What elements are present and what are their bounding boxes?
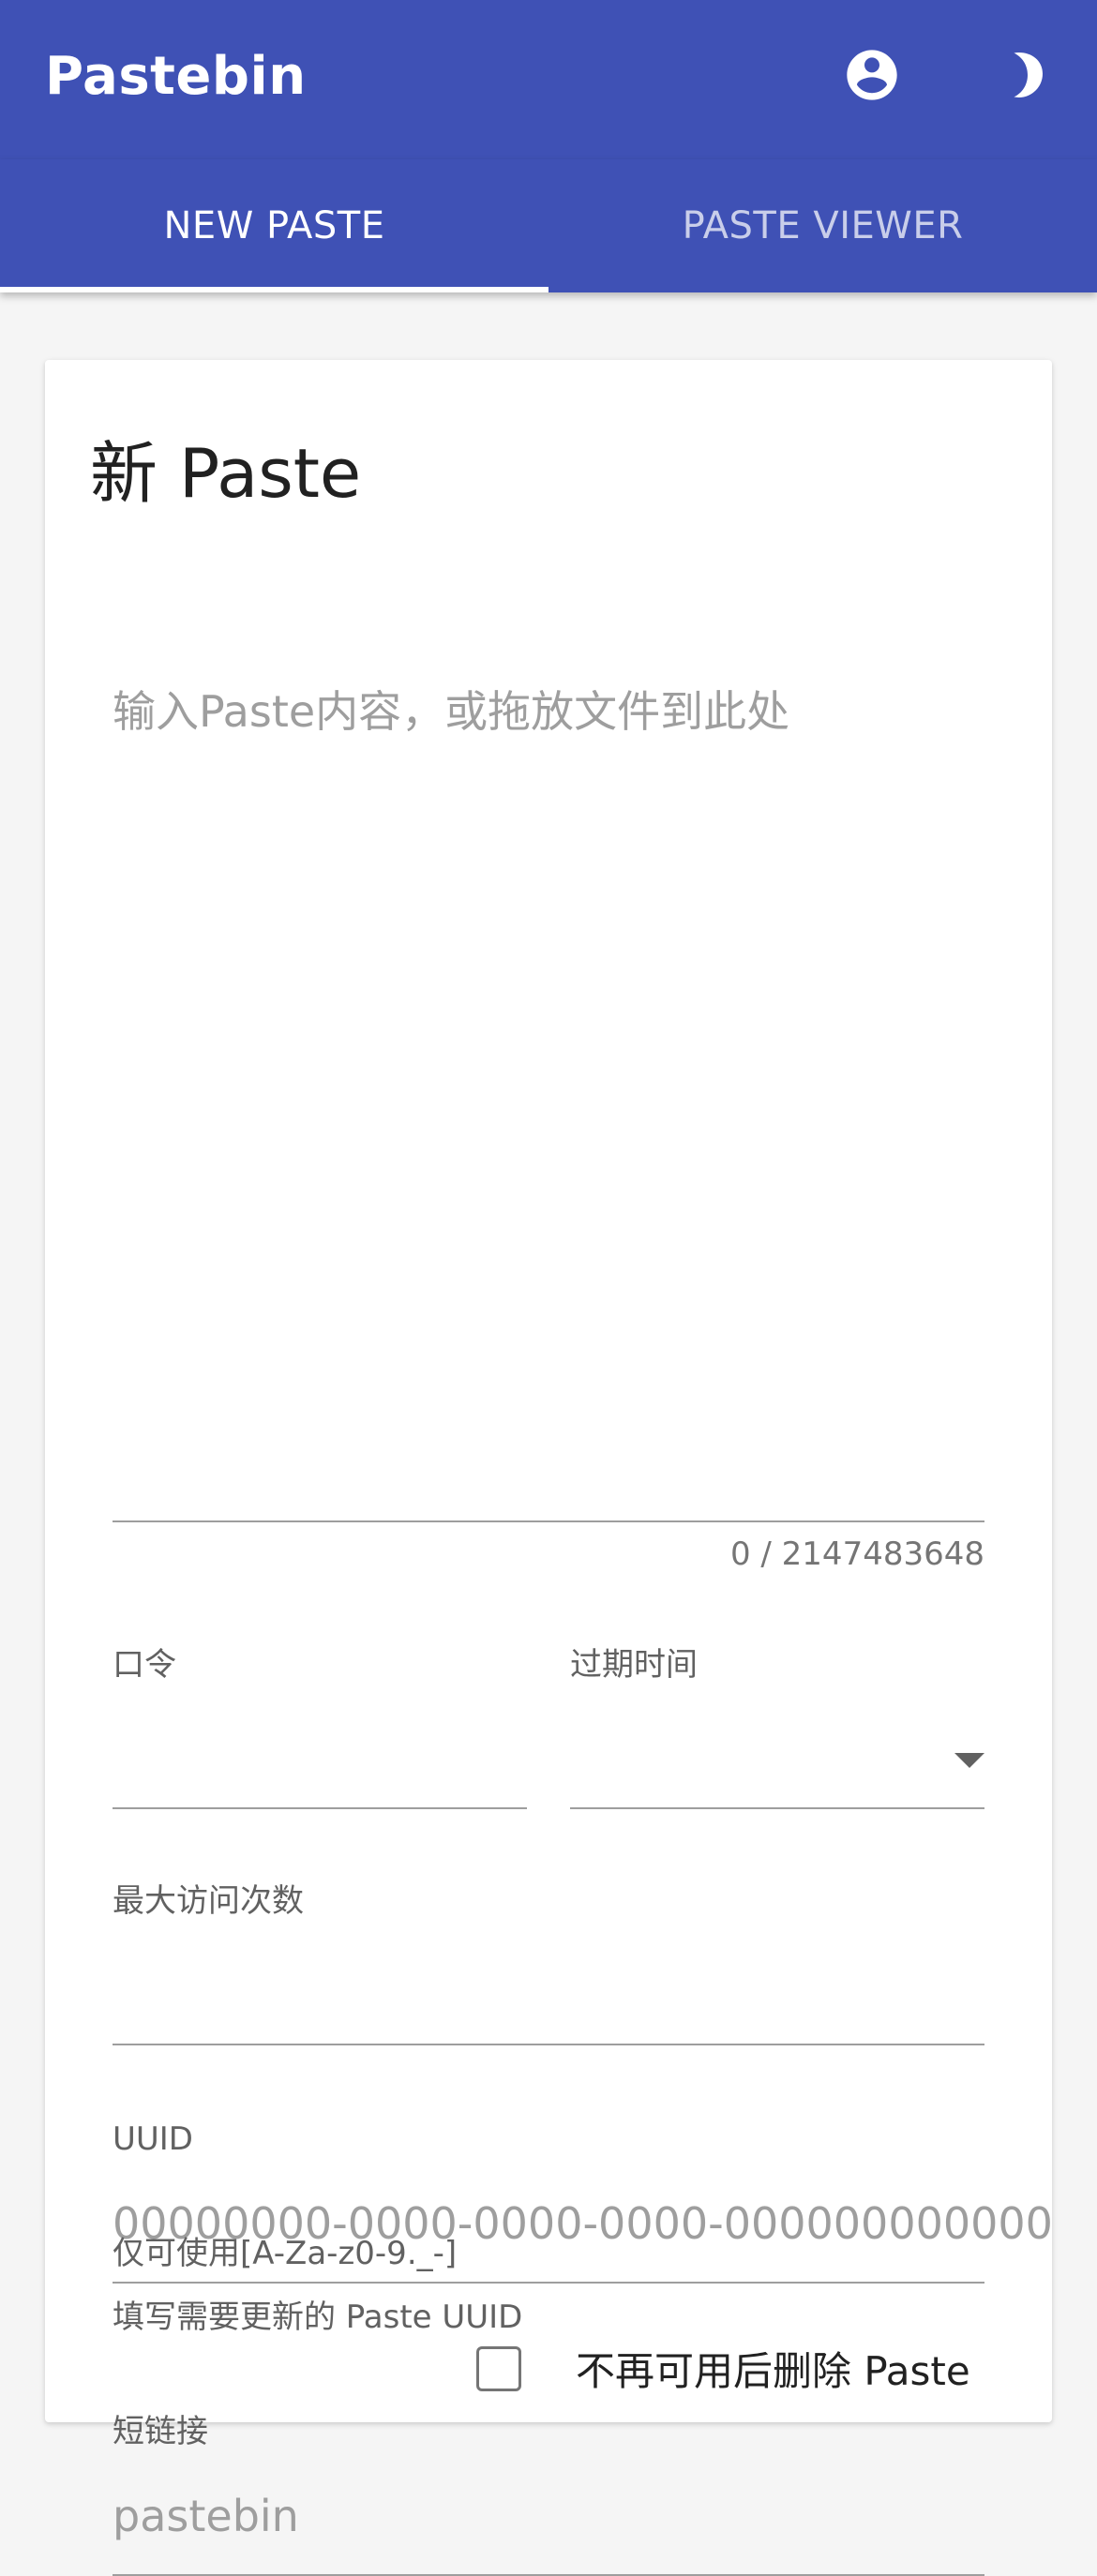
theme-toggle-button[interactable]	[983, 37, 1058, 112]
delete-option-row[interactable]: 不再可用后删除 Paste	[476, 2340, 970, 2397]
delete-after-expire-checkbox[interactable]	[476, 2345, 521, 2391]
short-link-hint: 仅可使用[A-Za-z0-9._-]	[113, 2235, 458, 2272]
delete-after-expire-label: 不再可用后删除 Paste	[576, 2348, 970, 2394]
app-bar: Pastebin	[0, 0, 1097, 159]
expiration-select[interactable]: 过期时间	[570, 1644, 984, 1809]
character-counter: 0 / 2147483648	[729, 1535, 984, 1573]
password-underline	[113, 1807, 527, 1809]
uuid-underline	[113, 2282, 984, 2284]
uuid-hint: 填写需要更新的 Paste UUID	[113, 2299, 523, 2336]
expiration-underline	[570, 1807, 984, 1809]
dropdown-arrow-icon	[954, 1753, 984, 1768]
short-link-placeholder: pastebin	[113, 2491, 299, 2541]
account-button[interactable]	[834, 37, 909, 112]
tab-bar: NEW PASTE PASTE VIEWER	[0, 159, 1097, 292]
tab-paste-viewer[interactable]: PASTE VIEWER	[548, 159, 1097, 292]
expiration-label: 过期时间	[570, 1646, 698, 1684]
account-circle-icon	[847, 50, 897, 100]
paste-content-textarea[interactable]: 输入Paste内容，或拖放文件到此处	[113, 679, 984, 1522]
new-paste-card: 新 Paste 输入Paste内容，或拖放文件到此处 0 / 214748364…	[45, 360, 1053, 2576]
max-visits-underline	[113, 2044, 984, 2045]
password-field[interactable]: 口令	[113, 1644, 527, 1809]
uuid-hint-wrap: 填写需要更新的 Paste UUID	[113, 2297, 984, 2338]
paste-content-placeholder: 输入Paste内容，或拖放文件到此处	[113, 686, 790, 737]
active-tab-indicator	[0, 287, 548, 292]
app-title: Pastebin	[45, 46, 307, 107]
password-label: 口令	[113, 1646, 176, 1684]
card-title: 新 Paste	[90, 434, 362, 513]
max-visits-field[interactable]: 最大访问次数	[113, 1880, 984, 2045]
short-link-label: 短链接	[113, 2413, 208, 2450]
crescent-moon-icon	[1014, 52, 1043, 97]
short-link-field[interactable]: 短链接 pastebin	[113, 2411, 984, 2576]
tab-new-paste[interactable]: NEW PASTE	[0, 159, 548, 292]
uuid-label: UUID	[113, 2120, 193, 2158]
max-visits-label: 最大访问次数	[113, 1882, 304, 1920]
